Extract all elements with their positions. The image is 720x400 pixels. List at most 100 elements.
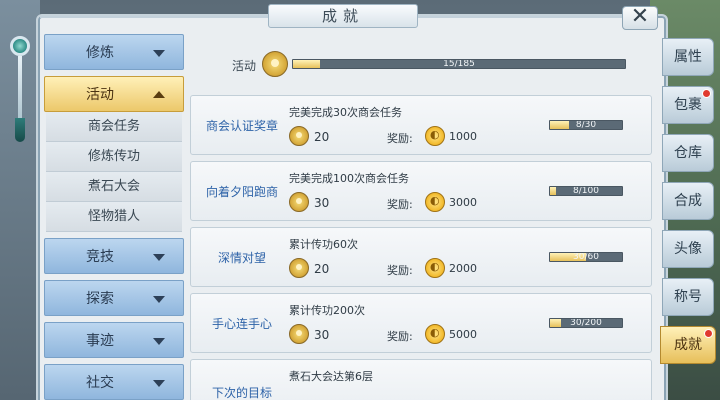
overall-label: 活动	[232, 59, 257, 73]
category-tansuo[interactable]: 探索	[44, 280, 184, 316]
medal-icon	[289, 192, 309, 212]
category-huodong[interactable]: 活动	[44, 76, 184, 112]
task-reward: 奖励: 1000	[387, 126, 507, 148]
overall-progress-text: 15/185	[443, 59, 475, 69]
category-jingji[interactable]: 竞技	[44, 238, 184, 274]
reward-amount: 1000	[449, 130, 477, 143]
tab-label: 合成	[674, 193, 702, 209]
category-shiji[interactable]: 事迹	[44, 322, 184, 358]
category-label: 竞技	[86, 249, 114, 265]
reward-label: 奖励:	[387, 264, 413, 277]
subcategory-list: 商会任务 修炼传功 煮石大会 怪物猎人	[44, 112, 184, 232]
pendant-tassel	[15, 118, 25, 142]
coin-icon	[425, 192, 445, 212]
coin-icon	[425, 324, 445, 344]
chevron-down-icon	[153, 338, 165, 345]
overall-progress: 活动 15/185	[232, 51, 632, 77]
chevron-up-icon	[153, 91, 165, 98]
points-value: 30	[314, 196, 330, 210]
reward-label: 奖励:	[387, 330, 413, 343]
points-value: 20	[314, 262, 330, 276]
task-progress-bar: 8/100	[549, 186, 623, 196]
category-label: 事迹	[86, 333, 114, 349]
subcategory-item[interactable]: 煮石大会	[46, 172, 182, 202]
tab-shuxing[interactable]: 属性	[662, 38, 714, 76]
category-shejiao[interactable]: 社交	[44, 364, 184, 400]
tab-baoguo[interactable]: 包裹	[662, 86, 714, 124]
task-description: 完美完成100次商会任务	[289, 172, 409, 185]
medal-icon	[289, 126, 309, 146]
tab-chenghao[interactable]: 称号	[662, 278, 714, 316]
category-label: 活动	[86, 87, 114, 103]
reward-label: 奖励:	[387, 132, 413, 145]
task-description: 煮石大会达第6层	[289, 370, 373, 383]
tab-label: 仓库	[674, 145, 702, 161]
task-card[interactable]: 下次的目标 煮石大会达第6层	[190, 359, 652, 400]
task-name: 商会认证奖章	[205, 118, 278, 133]
tab-cangku[interactable]: 仓库	[662, 134, 714, 172]
category-menu: 修炼 活动 商会任务 修炼传功 煮石大会 怪物猎人 竞技 探索 事迹 社交	[44, 34, 184, 400]
chevron-down-icon	[153, 296, 165, 303]
tab-touxiang[interactable]: 头像	[662, 230, 714, 268]
coin-icon	[425, 258, 445, 278]
chevron-down-icon	[153, 380, 165, 387]
task-list[interactable]: 商会认证奖章 完美完成30次商会任务 20 奖励: 1000 8/30 向着夕阳…	[190, 95, 652, 400]
overall-progress-bar: 15/185	[292, 59, 626, 69]
task-progress-bar: 30/60	[549, 252, 623, 262]
medal-icon	[289, 324, 309, 344]
points-value: 30	[314, 328, 330, 342]
title-rule-right	[418, 16, 622, 18]
task-card[interactable]: 向着夕阳跑商 完美完成100次商会任务 30 奖励: 3000 8/100	[190, 161, 652, 221]
category-xiulian[interactable]: 修炼	[44, 34, 184, 70]
tab-label: 头像	[674, 241, 702, 257]
notification-dot-icon	[704, 329, 713, 338]
reward-label: 奖励:	[387, 198, 413, 211]
task-description: 累计传功60次	[289, 238, 358, 251]
reward-amount: 5000	[449, 328, 477, 341]
task-name: 深情对望	[217, 250, 266, 265]
subcategory-item[interactable]: 怪物猎人	[46, 202, 182, 232]
category-label: 修炼	[86, 45, 114, 61]
jade-ring-icon	[10, 36, 30, 56]
task-name: 向着夕阳跑商	[205, 184, 278, 199]
side-tabs: 属性 包裹 仓库 合成 头像 称号 成就	[660, 38, 718, 374]
tab-label: 属性	[674, 49, 702, 65]
category-label: 探索	[86, 291, 114, 307]
category-label: 社交	[86, 375, 114, 391]
tab-chengjiu[interactable]: 成就	[660, 326, 716, 364]
chevron-down-icon	[153, 254, 165, 261]
task-progress-bar: 8/30	[549, 120, 623, 130]
task-card[interactable]: 深情对望 累计传功60次 20 奖励: 2000 30/60	[190, 227, 652, 287]
task-description: 累计传功200次	[289, 304, 365, 317]
task-description: 完美完成30次商会任务	[289, 106, 402, 119]
tab-hecheng[interactable]: 合成	[662, 182, 714, 220]
task-reward: 奖励: 3000	[387, 192, 507, 214]
task-card[interactable]: 手心连手心 累计传功200次 30 奖励: 5000 30/200	[190, 293, 652, 353]
task-reward: 奖励: 5000	[387, 324, 507, 346]
subcategory-item[interactable]: 商会任务	[46, 112, 182, 142]
task-progress-bar: 30/200	[549, 318, 623, 328]
notification-dot-icon	[702, 89, 711, 98]
reward-amount: 2000	[449, 262, 477, 275]
tab-label: 成就	[674, 337, 702, 353]
close-button[interactable]: ✕	[622, 6, 658, 30]
task-card[interactable]: 商会认证奖章 完美完成30次商会任务 20 奖励: 1000 8/30	[190, 95, 652, 155]
coin-icon	[425, 126, 445, 146]
reward-amount: 3000	[449, 196, 477, 209]
task-reward: 奖励: 2000	[387, 258, 507, 280]
task-progress-text: 30/200	[570, 318, 602, 328]
tab-label: 称号	[674, 289, 702, 305]
achievement-medal-icon	[262, 51, 288, 77]
task-progress-text: 8/100	[573, 186, 599, 196]
chevron-down-icon	[153, 50, 165, 57]
pendant-rod	[18, 56, 22, 126]
title-rule-left	[40, 16, 268, 18]
tab-label: 包裹	[674, 97, 702, 113]
points-value: 20	[314, 130, 330, 144]
task-name: 下次的目标	[211, 386, 272, 400]
title-bar: 成就 ✕	[0, 0, 720, 30]
medal-icon	[289, 258, 309, 278]
task-name: 手心连手心	[211, 316, 272, 331]
window-title: 成就	[268, 4, 418, 28]
subcategory-item[interactable]: 修炼传功	[46, 142, 182, 172]
